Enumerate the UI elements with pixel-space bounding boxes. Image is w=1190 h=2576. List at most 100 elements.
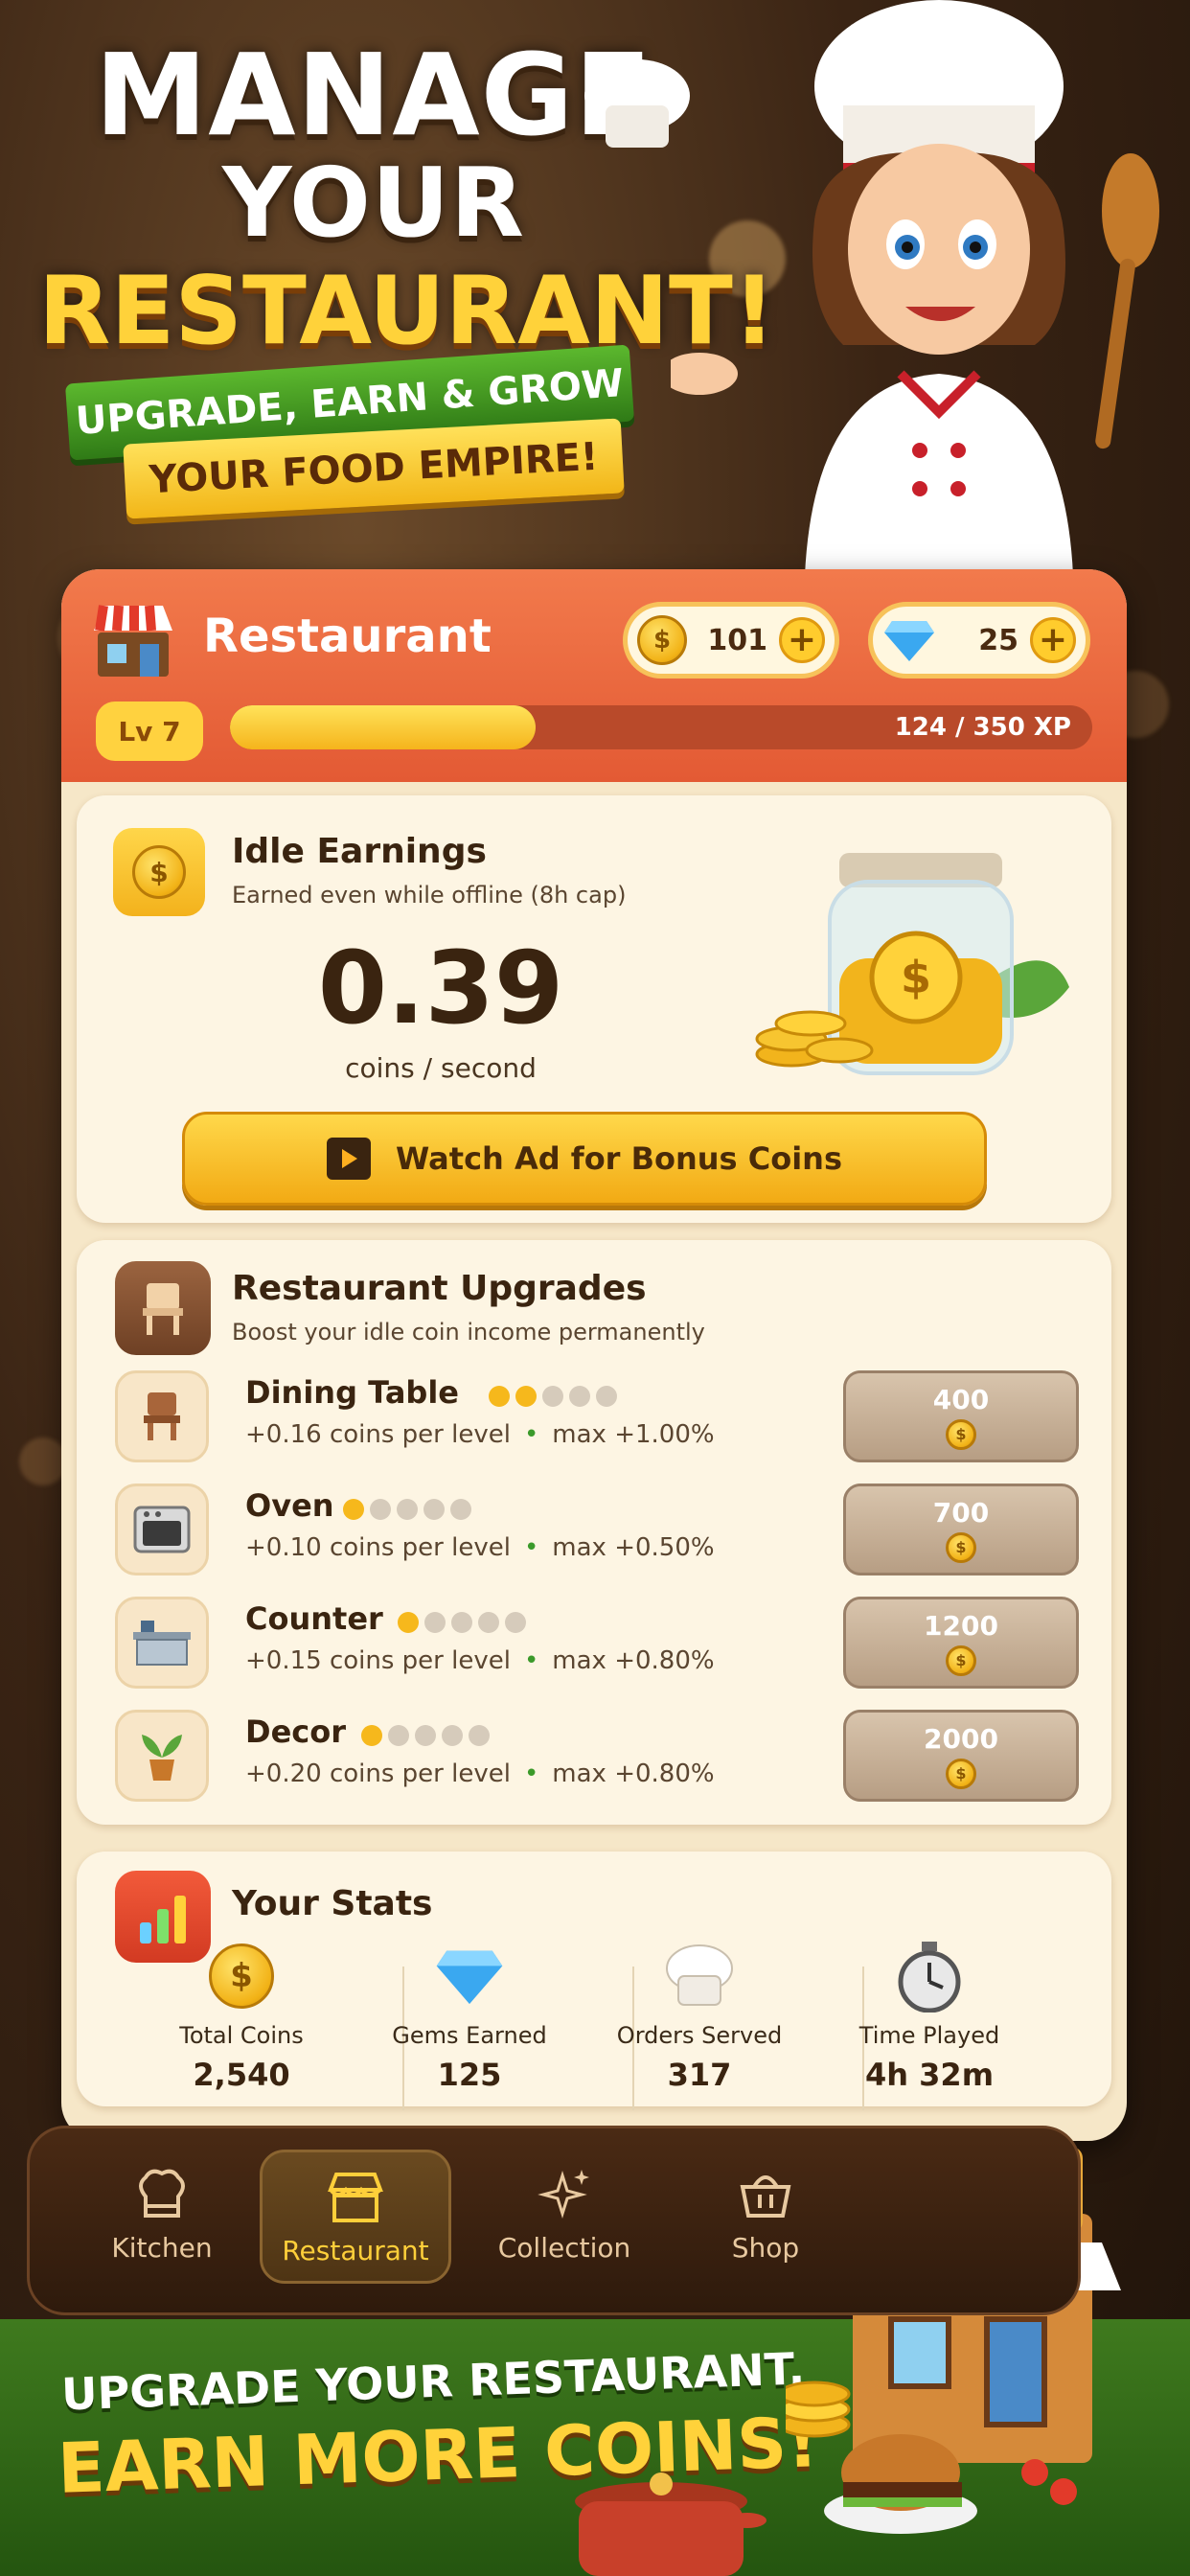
- stat-orders-served: Orders Served 317: [584, 1938, 814, 2093]
- tab-collection[interactable]: Collection: [469, 2150, 660, 2284]
- panel-title: Restaurant: [203, 610, 492, 663]
- coin-icon: $: [946, 1758, 976, 1789]
- level-dot: [489, 1386, 510, 1407]
- upgrade-level-dots: [489, 1386, 617, 1407]
- idle-earnings-subtitle: Earned even while offline (8h cap): [232, 882, 627, 908]
- upgrade-level-dots: [398, 1612, 526, 1633]
- idle-rate-unit: coins / second: [345, 1052, 537, 1084]
- level-dot: [542, 1386, 563, 1407]
- chef-hat-icon: [666, 1944, 733, 2006]
- add-gems-button[interactable]: +: [1030, 617, 1076, 663]
- upgrade-cost: 1200: [924, 1609, 998, 1642]
- upgrade-name: Counter: [245, 1600, 383, 1637]
- tab-restaurant[interactable]: Restaurant: [260, 2150, 451, 2284]
- level-dot: [596, 1386, 617, 1407]
- tab-label: Shop: [731, 2232, 800, 2264]
- add-coins-button[interactable]: +: [779, 617, 825, 663]
- upgrade-cost: 700: [932, 1496, 990, 1529]
- level-dot: [442, 1725, 463, 1746]
- upgrade-details: +0.10 coins per level • max +0.50%: [245, 1533, 715, 1562]
- upgrade-per-level: +0.15 coins per level: [245, 1646, 511, 1675]
- chef-character: [671, 0, 1159, 575]
- idle-earnings-title: Idle Earnings: [232, 832, 487, 871]
- upgrade-buy-button[interactable]: 400 $: [843, 1370, 1079, 1462]
- level-dot: [451, 1612, 472, 1633]
- coin-icon: $: [209, 1944, 274, 2009]
- xp-progress-fill: [230, 705, 536, 749]
- level-dot: [361, 1725, 382, 1746]
- stat-time-played: Time Played 4h 32m: [814, 1938, 1044, 2093]
- clapperboard-icon: [327, 1138, 372, 1180]
- basket-icon: [740, 2175, 791, 2218]
- coin-icon: $: [637, 615, 687, 665]
- sparkle-icon: [538, 2170, 589, 2220]
- upgrade-row: Decor +0.20 coins per level • max +0.80% 200…: [77, 1706, 1111, 1811]
- upgrade-level-dots: [361, 1725, 490, 1746]
- level-dot: [515, 1386, 537, 1407]
- panel-header: Restaurant $ 101 + 25 + Lv 7 124 / 350 X…: [61, 569, 1127, 782]
- upgrade-details: +0.15 coins per level • max +0.80%: [245, 1646, 715, 1675]
- gem-icon: [436, 1950, 503, 2005]
- oven-icon: [115, 1484, 209, 1576]
- watch-ad-label: Watch Ad for Bonus Coins: [396, 1140, 842, 1177]
- stats-card: Your Stats $ Total Coins 2,540 Gems Earn…: [77, 1852, 1111, 2110]
- upgrade-per-level: +0.20 coins per level: [245, 1760, 511, 1788]
- gem-icon: [884, 621, 934, 661]
- xp-progress-bar: 124 / 350 XP: [230, 705, 1092, 749]
- gem-balance-value: 25: [978, 623, 1018, 657]
- level-dot: [343, 1499, 364, 1520]
- upgrade-level-dots: [343, 1499, 471, 1520]
- storefront-icon: [328, 2173, 383, 2222]
- upgrade-max: max +0.80%: [552, 1646, 715, 1675]
- level-dot: [388, 1725, 409, 1746]
- upgrade-name: Decor: [245, 1714, 346, 1750]
- upgrades-card: Restaurant Upgrades Boost your idle coin…: [77, 1240, 1111, 1825]
- level-badge: Lv 7: [96, 702, 203, 761]
- coin-balance[interactable]: $ 101 +: [623, 602, 839, 678]
- stat-label: Gems Earned: [392, 2022, 547, 2049]
- bullet-dot: •: [523, 1646, 539, 1675]
- tab-label: Collection: [497, 2232, 631, 2264]
- stat-label: Total Coins: [179, 2022, 304, 2049]
- stats-title: Your Stats: [232, 1884, 433, 1923]
- chair-icon: [115, 1261, 211, 1355]
- upgrade-buy-button[interactable]: 2000 $: [843, 1710, 1079, 1802]
- stat-value: 125: [437, 2057, 502, 2093]
- tab-label: Restaurant: [282, 2235, 429, 2266]
- upgrades-subtitle: Boost your idle coin income permanently: [232, 1319, 705, 1346]
- coin-icon: $: [946, 1644, 976, 1676]
- bullet-dot: •: [523, 1760, 539, 1788]
- bottom-nav: Kitchen Restaurant Collection Shop: [27, 2126, 1081, 2315]
- bullet-dot: •: [523, 1420, 539, 1449]
- stat-gems-earned: Gems Earned 125: [355, 1938, 584, 2093]
- idle-rate-value: 0.39: [317, 930, 564, 1046]
- level-dot: [478, 1612, 499, 1633]
- tab-shop[interactable]: Shop: [670, 2150, 861, 2284]
- upgrade-details: +0.16 coins per level • max +1.00%: [245, 1420, 715, 1449]
- upgrade-max: max +0.50%: [552, 1533, 715, 1562]
- hero-title-line2: YOUR: [221, 147, 526, 259]
- coin-icon: $: [946, 1418, 976, 1450]
- stat-value: 317: [667, 2057, 732, 2093]
- restaurant-panel: Restaurant $ 101 + 25 + Lv 7 124 / 350 X…: [61, 569, 1127, 2141]
- upgrade-buy-button[interactable]: 1200 $: [843, 1597, 1079, 1689]
- level-dot: [398, 1612, 419, 1633]
- level-dot: [423, 1499, 445, 1520]
- upgrades-title: Restaurant Upgrades: [232, 1269, 647, 1308]
- storefront-icon: [94, 605, 172, 677]
- stat-total-coins: $ Total Coins 2,540: [126, 1938, 356, 2093]
- upgrade-buy-button[interactable]: 700 $: [843, 1484, 1079, 1576]
- gem-balance[interactable]: 25 +: [868, 602, 1090, 678]
- bokeh-light: [19, 1438, 67, 1485]
- chair-icon: [115, 1370, 209, 1462]
- upgrade-row: Counter +0.15 coins per level • max +0.80% 1…: [77, 1593, 1111, 1698]
- svg-text:$: $: [901, 952, 931, 1003]
- idle-earnings-card: $ Idle Earnings Earned even while offlin…: [77, 795, 1111, 1223]
- watch-ad-button[interactable]: Watch Ad for Bonus Coins: [182, 1112, 987, 1206]
- stat-value: 4h 32m: [864, 2057, 995, 2093]
- level-dot: [415, 1725, 436, 1746]
- level-dot: [569, 1386, 590, 1407]
- upgrade-cost: 2000: [924, 1722, 998, 1755]
- tab-kitchen[interactable]: Kitchen: [66, 2150, 258, 2284]
- upgrade-per-level: +0.16 coins per level: [245, 1420, 511, 1449]
